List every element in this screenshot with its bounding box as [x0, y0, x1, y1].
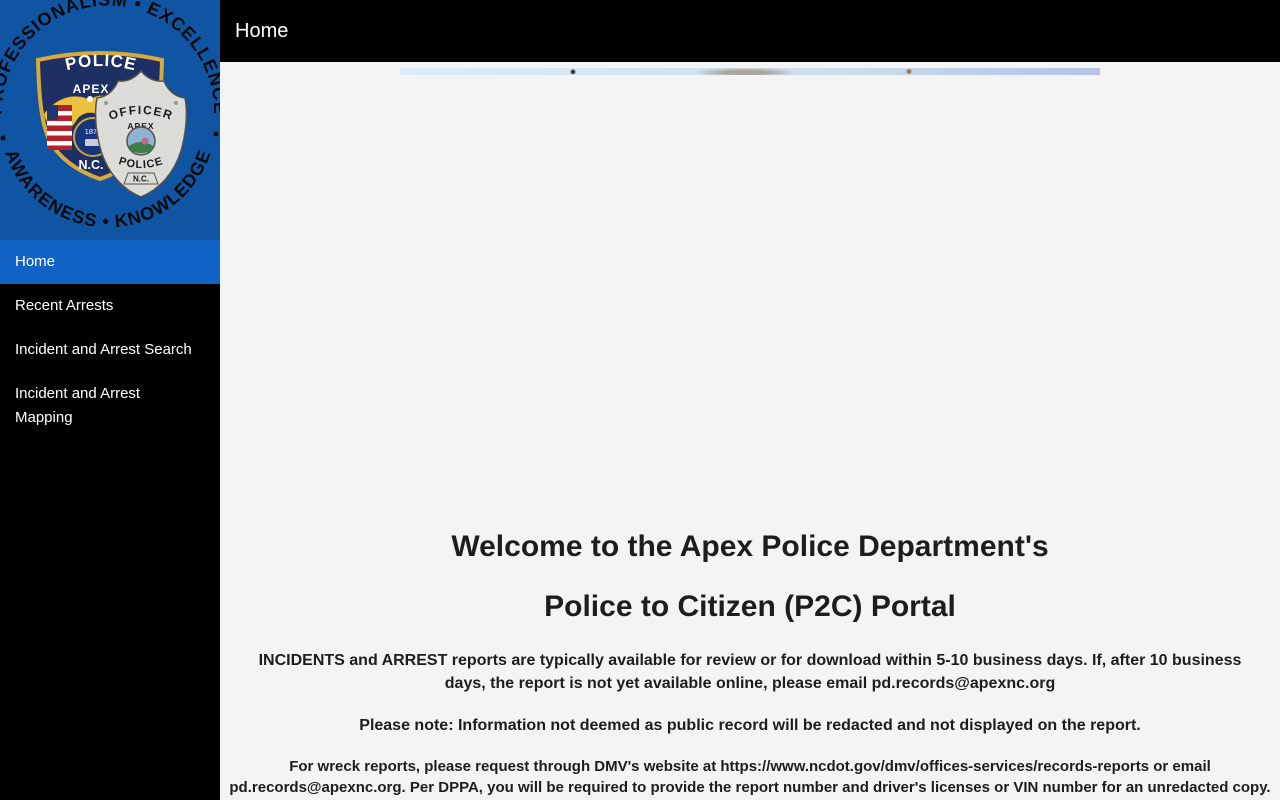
motto-bullet-right: [213, 131, 219, 137]
sidebar: PROFESSIONALISM • EXCELLENCE AWARENESS •…: [0, 0, 220, 800]
main-region: Home Welcome to the Apex Police Departme…: [220, 0, 1280, 800]
department-logo: PROFESSIONALISM • EXCELLENCE AWARENESS •…: [0, 0, 220, 240]
page-title: Home: [235, 20, 289, 42]
us-flag-icon: [47, 105, 72, 150]
topbar: Home: [220, 0, 1280, 62]
info-paragraph-redaction: Please note: Information not deemed as p…: [359, 717, 1141, 734]
apex-police-emblem-icon: PROFESSIONALISM • EXCELLENCE AWARENESS •…: [0, 0, 220, 231]
banner-image: [400, 68, 1100, 75]
app-root: PROFESSIONALISM • EXCELLENCE AWARENESS •…: [0, 0, 1280, 800]
welcome-section: Welcome to the Apex Police Department's …: [220, 531, 1280, 798]
sidebar-item-home[interactable]: Home: [0, 240, 220, 284]
badge-center-seal: [126, 126, 156, 156]
sidebar-item-incident-arrest-mapping[interactable]: Incident and Arrest Mapping: [0, 372, 220, 440]
sidebar-item-incident-arrest-search[interactable]: Incident and Arrest Search: [0, 328, 220, 372]
patch-apex-text: APEX: [73, 82, 110, 96]
patch-nc-text: N.C.: [79, 158, 104, 172]
info-paragraph-reports: INCIDENTS and ARREST reports are typical…: [258, 652, 1242, 692]
badge-nc-text: N.C.: [133, 175, 149, 184]
sidebar-item-label: Incident and Arrest Mapping: [15, 385, 141, 426]
sidebar-nav: Home Recent Arrests Incident and Arrest …: [0, 240, 220, 440]
welcome-heading-line1: Welcome to the Apex Police Department's: [451, 530, 1049, 563]
motto-bullet-left: [0, 135, 6, 141]
sidebar-item-recent-arrests[interactable]: Recent Arrests: [0, 284, 220, 328]
welcome-heading-line2: Police to Citizen (P2C) Portal: [544, 590, 956, 623]
info-paragraph-wreck-reports: For wreck reports, please request throug…: [229, 758, 1271, 796]
content: Welcome to the Apex Police Department's …: [220, 62, 1280, 800]
